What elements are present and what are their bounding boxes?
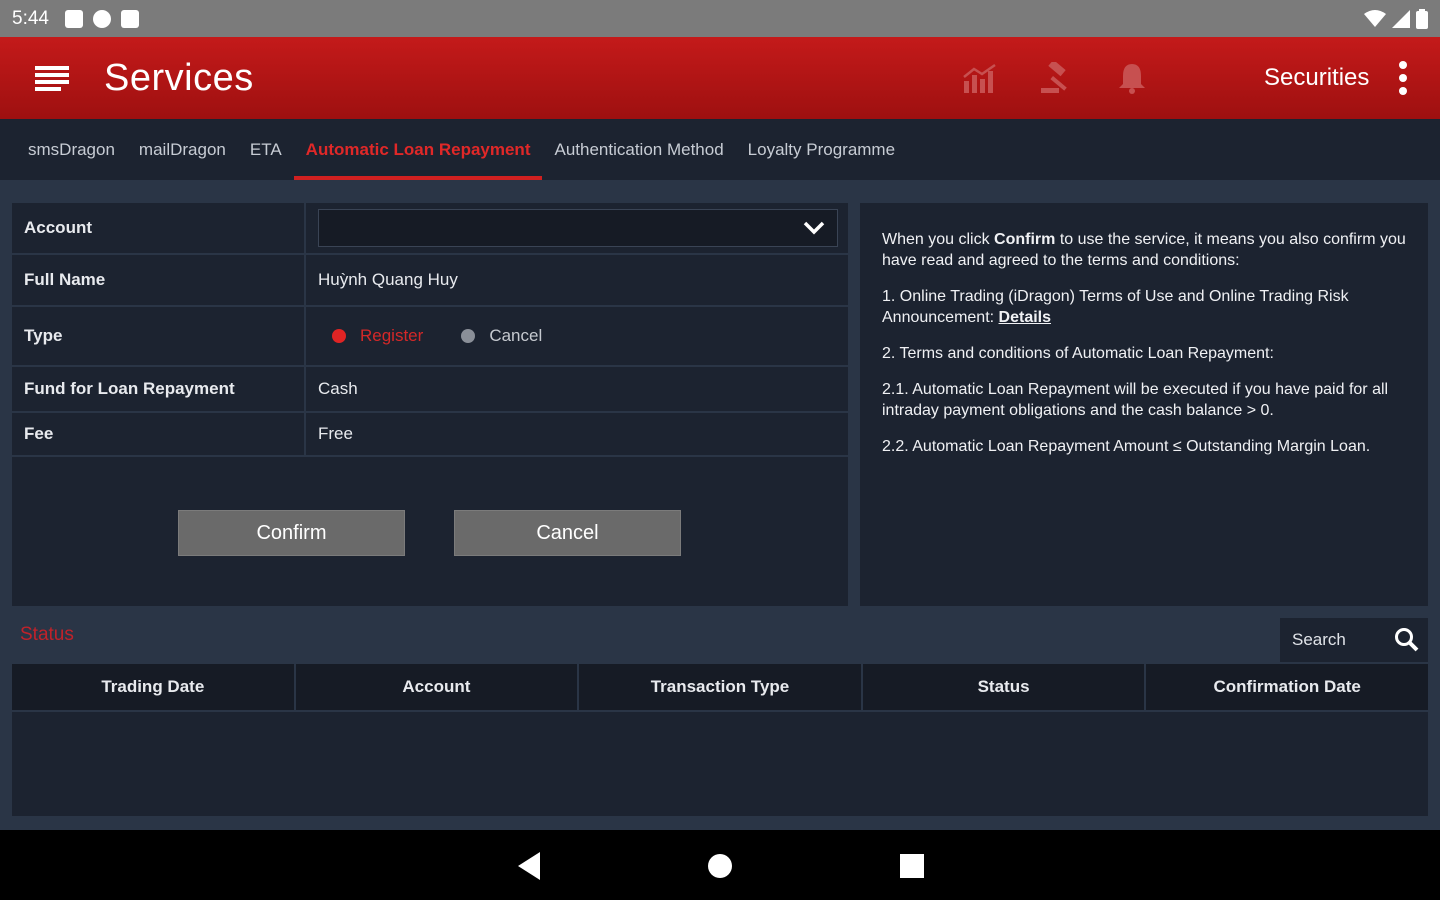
radio-selected-icon — [332, 329, 346, 343]
home-button[interactable] — [704, 850, 736, 882]
confirm-button[interactable]: Confirm — [178, 510, 405, 556]
status-section-title: Status — [20, 624, 74, 645]
sd-card-icon — [120, 9, 139, 28]
app-header: Services Securities — [0, 37, 1440, 119]
fund-row: Fund for Loan Repayment Cash — [12, 367, 848, 413]
notification-icon — [64, 9, 83, 28]
details-link[interactable]: Details — [999, 309, 1051, 326]
tab-smsdragon[interactable]: smsDragon — [16, 119, 127, 180]
fee-row: Fee Free — [12, 413, 848, 457]
back-button[interactable] — [512, 850, 544, 882]
more-vert-icon — [1399, 61, 1407, 95]
notification-icons — [64, 9, 139, 28]
type-label: Type — [12, 307, 306, 365]
app-notification-icon — [92, 9, 111, 28]
col-trading-date: Trading Date — [12, 664, 296, 710]
type-row: Type Register Cancel — [12, 307, 848, 367]
fund-value: Cash — [318, 379, 358, 398]
register-radio-label: Register — [360, 326, 424, 345]
account-row: Account — [12, 203, 848, 255]
col-transaction-type: Transaction Type — [579, 664, 863, 710]
auction-button[interactable] — [1034, 56, 1078, 100]
fullname-row: Full Name Huỳnh Quang Huy — [12, 255, 848, 307]
more-options-button[interactable] — [1388, 56, 1418, 100]
fee-label: Fee — [12, 413, 306, 455]
terms-item-2: 2. Terms and conditions of Automatic Loa… — [882, 345, 1274, 362]
registration-form: Account Full Name Huỳnh Quang Huy Type R… — [12, 203, 848, 606]
wifi-icon — [1364, 9, 1386, 27]
fullname-label: Full Name — [12, 255, 306, 305]
market-chart-button[interactable] — [958, 56, 1002, 100]
menu-icon — [35, 66, 69, 91]
cancel-radio-label: Cancel — [489, 326, 543, 345]
status-table-body — [12, 712, 1428, 816]
radio-unselected-icon — [461, 329, 476, 343]
account-type-selector[interactable]: Securities — [1264, 37, 1369, 119]
recents-square-icon — [900, 854, 924, 878]
terms-intro: When you click Confirm to use the servic… — [882, 231, 1406, 269]
home-circle-icon — [708, 854, 732, 878]
search-button[interactable]: Search — [1280, 618, 1428, 662]
col-status: Status — [863, 664, 1147, 710]
search-label: Search — [1292, 630, 1346, 649]
tab-eta[interactable]: ETA — [238, 119, 294, 180]
page-title: Services — [104, 56, 254, 99]
fund-label: Fund for Loan Repayment — [12, 367, 306, 411]
gavel-icon — [1041, 62, 1067, 93]
fullname-value: Huỳnh Quang Huy — [318, 270, 458, 289]
terms-item-1: 1. Online Trading (iDragon) Terms of Use… — [882, 288, 1349, 326]
service-tabs: smsDragon mailDragon ETA Automatic Loan … — [0, 119, 1440, 180]
system-status-bar: 5:44 — [0, 0, 1440, 37]
cancel-radio[interactable]: Cancel — [461, 326, 542, 346]
tab-automatic-loan-repayment[interactable]: Automatic Loan Repayment — [293, 119, 543, 180]
terms-item-2-1: 2.1. Automatic Loan Repayment will be ex… — [882, 381, 1389, 419]
notifications-button[interactable] — [1110, 56, 1154, 100]
cancel-button[interactable]: Cancel — [454, 510, 681, 556]
chevron-down-icon — [803, 221, 825, 235]
menu-button[interactable] — [0, 37, 104, 119]
col-confirmation-date: Confirmation Date — [1213, 677, 1361, 696]
account-select[interactable] — [318, 209, 838, 247]
tab-maildragon[interactable]: mailDragon — [127, 119, 238, 180]
col-account: Account — [296, 664, 580, 710]
fee-value: Free — [318, 424, 353, 443]
terms-item-2-2: 2.2. Automatic Loan Repayment Amount ≤ O… — [882, 438, 1371, 455]
status-table-header: Trading Date Account Transaction Type St… — [12, 664, 1428, 710]
back-triangle-icon — [518, 852, 540, 880]
system-indicators — [1364, 8, 1428, 29]
signal-icon — [1392, 9, 1410, 28]
bell-icon — [1119, 64, 1145, 94]
tab-authentication-method[interactable]: Authentication Method — [542, 119, 735, 180]
account-label: Account — [12, 203, 306, 253]
recents-button[interactable] — [896, 850, 928, 882]
clock: 5:44 — [12, 7, 49, 29]
header-actions — [958, 37, 1154, 119]
chart-icon — [963, 63, 996, 93]
tab-loyalty-programme[interactable]: Loyalty Programme — [736, 119, 907, 180]
search-icon — [1395, 628, 1419, 652]
terms-panel: When you click Confirm to use the servic… — [860, 203, 1428, 606]
register-radio[interactable]: Register — [332, 326, 423, 346]
battery-icon — [1416, 8, 1428, 29]
confirm-keyword: Confirm — [994, 231, 1056, 248]
system-navigation-bar — [0, 830, 1440, 900]
